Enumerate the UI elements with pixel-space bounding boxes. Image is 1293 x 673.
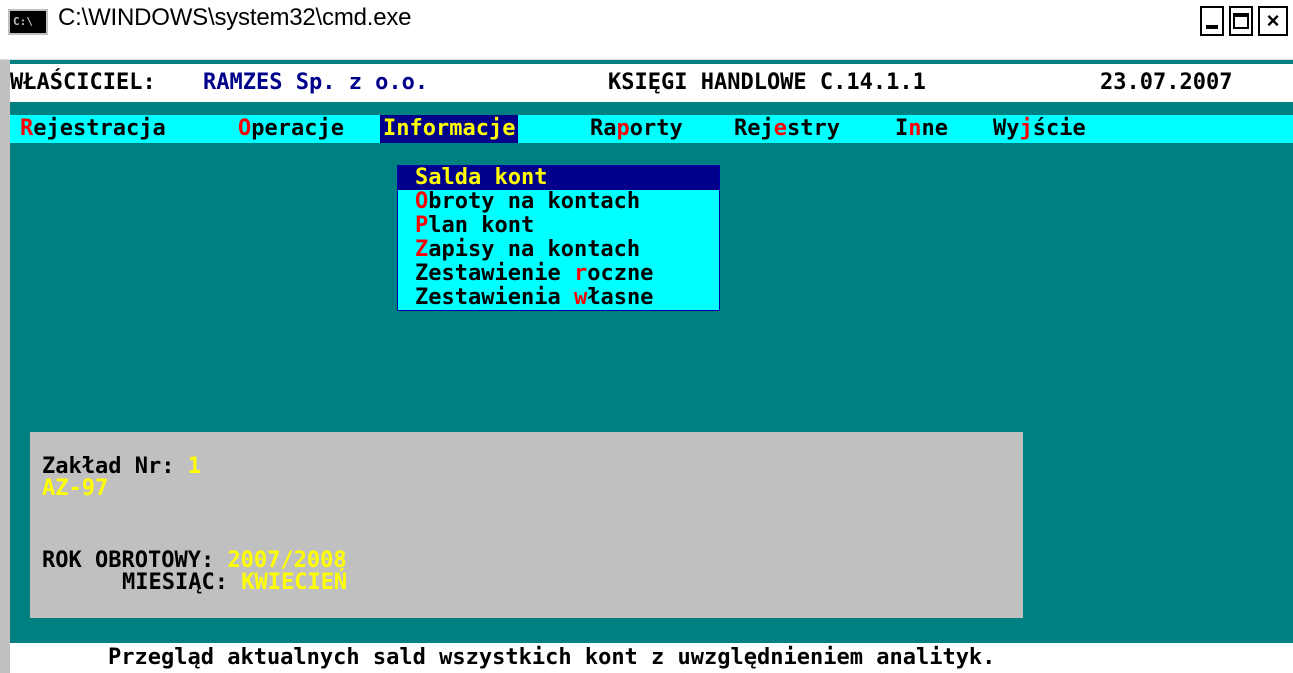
current-date: 23.07.2007 [1100, 70, 1233, 95]
status-message: Przegląd aktualnych sald wszystkich kont… [108, 645, 996, 670]
window-title: C:\WINDOWS\system32\cmd.exe [58, 4, 412, 31]
hotkey: O [415, 189, 429, 214]
informacje-dropdown: Salda kont Obroty na kontach Plan kont Z… [397, 165, 720, 311]
hotkey: p [616, 116, 630, 141]
menu-option-zestawienie-roczne[interactable]: Zestawienie roczne [398, 262, 719, 286]
header-row: WŁAŚCICIEL: RAMZES Sp. z o.o. KSIĘGI HAN… [10, 64, 1293, 102]
maximize-button[interactable] [1229, 6, 1253, 36]
hotkey: r [573, 261, 588, 286]
zaklad-value: 1 [187, 454, 201, 479]
menu-item-rejestracja[interactable]: Rejestracja [17, 115, 169, 143]
menu-item-raporty[interactable]: Raporty [587, 115, 686, 143]
miesiac-value: KWIECIEŃ [241, 570, 348, 595]
hotkey: w [573, 285, 588, 310]
zaklad-name: AZ-97 [42, 476, 109, 501]
miesiac-line: MIESIĄC: KWIECIEŃ [122, 570, 347, 596]
minimize-button[interactable] [1200, 6, 1224, 36]
hotkey: P [415, 213, 429, 238]
hotkey: R [20, 116, 34, 141]
menu-item-informacje[interactable]: Informacje [380, 115, 519, 143]
menu-option-zestawienia-wlasne[interactable]: Zestawienia własne [398, 286, 719, 310]
hotkey: O [238, 116, 252, 141]
owner-value: RAMZES Sp. z o.o. [203, 70, 429, 95]
hotkey: j [1019, 116, 1033, 141]
menu-item-rejestry[interactable]: Rejestry [731, 115, 843, 143]
owner-label: WŁAŚCICIEL: [10, 70, 156, 95]
program-name: KSIĘGI HANDLOWE C.14.1.1 [608, 70, 926, 95]
console-icon[interactable]: C:\ [8, 9, 48, 35]
menu-option-obroty-na-kontach[interactable]: Obroty na kontach [398, 190, 719, 214]
menu-option-salda-kont[interactable]: Salda kont [398, 166, 719, 190]
menu-item-inne[interactable]: Inne [892, 115, 951, 143]
hotkey: e [773, 116, 787, 141]
window-title-bar[interactable]: C:\ C:\WINDOWS\system32\cmd.exe × [0, 0, 1293, 60]
status-line: Przegląd aktualnych sald wszystkich kont… [10, 643, 1293, 673]
minimize-icon [1206, 25, 1218, 29]
miesiac-label: MIESIĄC: [122, 570, 228, 595]
hotkey: I [383, 116, 397, 141]
menu-option-zapisy-na-kontach[interactable]: Zapisy na kontach [398, 238, 719, 262]
header-gap [10, 102, 1293, 115]
hotkey: Z [415, 237, 429, 262]
menu-bar: Rejestracja Operacje Informacje Raporty … [10, 115, 1293, 143]
hotkey: n [908, 116, 922, 141]
hotkey: S [415, 165, 429, 190]
close-button[interactable]: × [1258, 6, 1288, 36]
close-icon: × [1266, 8, 1280, 33]
menu-option-plan-kont[interactable]: Plan kont [398, 214, 719, 238]
menu-item-wyjscie[interactable]: Wyjście [990, 115, 1089, 143]
info-panel: Zakład Nr: 1 AZ-97 ROK OBROTOWY: 2007/20… [30, 432, 1023, 618]
console-window[interactable]: WŁAŚCICIEL: RAMZES Sp. z o.o. KSIĘGI HAN… [0, 60, 1293, 673]
console-border [0, 60, 10, 673]
maximize-icon [1233, 13, 1249, 29]
menu-item-operacje[interactable]: Operacje [235, 115, 347, 143]
